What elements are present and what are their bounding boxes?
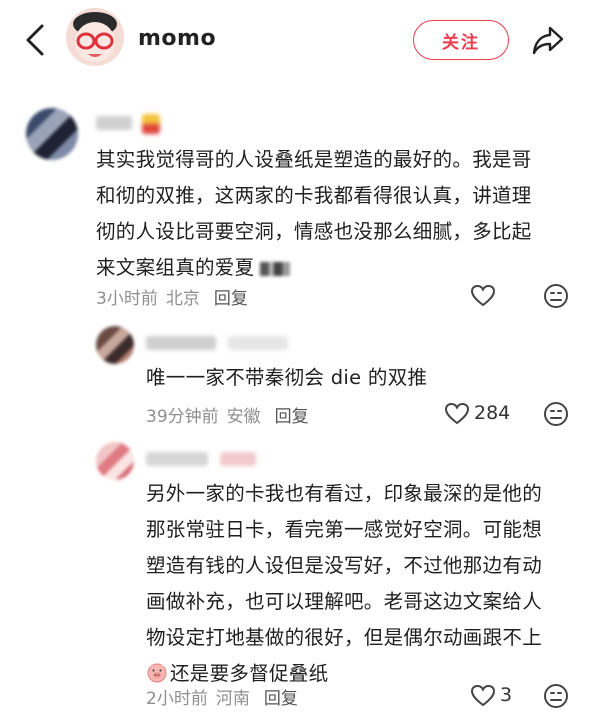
avatar[interactable] [66, 8, 124, 66]
like-heart-icon[interactable] [470, 684, 496, 708]
like-count: 3 [500, 684, 513, 706]
commenter-badge [228, 336, 288, 350]
comment-meta: 2小时前 河南 回复 [146, 684, 298, 709]
avatar-face-icon [66, 8, 124, 66]
pig-emoji-icon [146, 659, 168, 683]
follow-button[interactable]: 关注 [413, 20, 509, 60]
dislike-face-icon[interactable] [543, 683, 569, 709]
comment-location: 北京 [165, 289, 200, 309]
like-heart-icon[interactable] [470, 284, 496, 308]
commenter-badge [220, 452, 256, 466]
username[interactable]: momo [138, 26, 216, 51]
reply-button[interactable]: 回复 [275, 407, 309, 427]
commenter-avatar[interactable] [96, 442, 134, 480]
commenter-badge [142, 114, 160, 134]
comment-time: 3小时前 [96, 289, 158, 309]
share-icon[interactable] [530, 22, 566, 58]
blurred-sticker [260, 261, 291, 276]
comment-text[interactable]: 另外一家的卡我也有看过，印象最深的是他的 那张常驻日卡，看完第一感觉好空洞。可能… [146, 476, 576, 692]
comment-time: 39分钟前 [146, 407, 219, 427]
commenter-name[interactable] [146, 336, 216, 350]
comment-meta: 39分钟前 安徽 回复 [146, 402, 309, 427]
commenter-avatar[interactable] [26, 108, 78, 160]
back-arrow-icon[interactable] [18, 20, 54, 60]
comment-location: 安徽 [226, 407, 261, 427]
like-heart-icon[interactable] [444, 402, 470, 426]
commenter-name[interactable] [146, 452, 208, 466]
dislike-face-icon[interactable] [543, 401, 569, 427]
commenter-avatar[interactable] [96, 326, 134, 364]
top-bar: momo 关注 [0, 0, 591, 80]
comment-time: 2小时前 [146, 689, 208, 709]
reply-button[interactable]: 回复 [264, 689, 298, 709]
reply-button[interactable]: 回复 [214, 289, 248, 309]
comment-text[interactable]: 其实我觉得哥的人设叠纸是塑造的最好的。我是哥 和彻的双推，这两家的卡我都看得很认… [96, 142, 566, 286]
comment-meta: 3小时前 北京 回复 [96, 284, 248, 309]
commenter-name[interactable] [96, 116, 132, 130]
dislike-face-icon[interactable] [543, 283, 569, 309]
like-count: 284 [474, 402, 511, 424]
comment-text[interactable]: 唯一一家不带秦彻会 die 的双推 [146, 360, 566, 396]
comment-location: 河南 [215, 689, 250, 709]
